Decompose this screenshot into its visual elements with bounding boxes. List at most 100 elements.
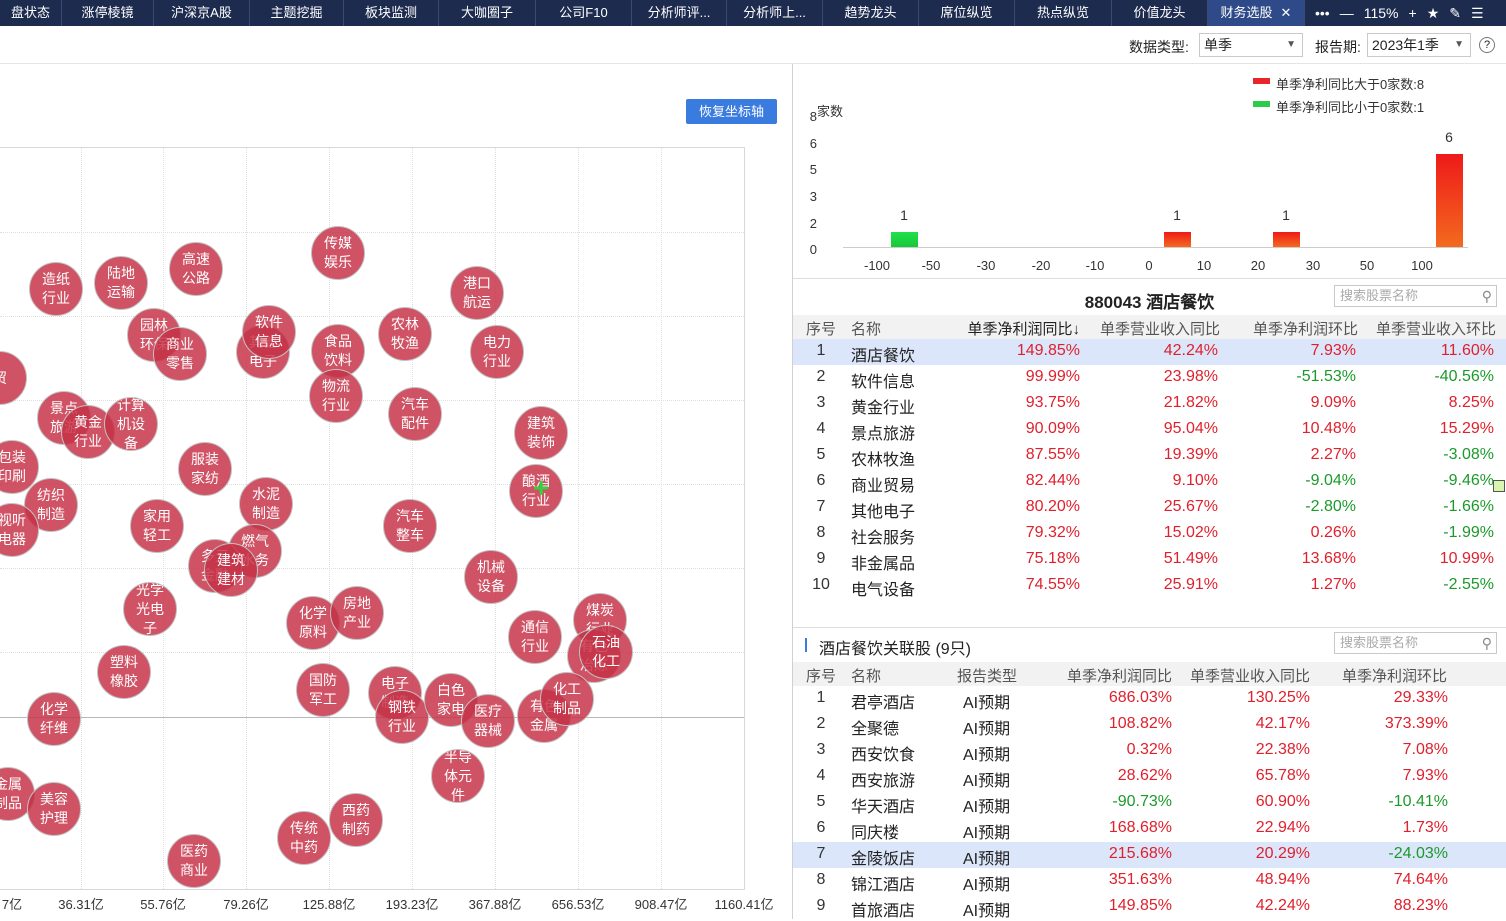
industry-bubble[interactable]: 化工制品 [540, 672, 594, 726]
star-icon[interactable]: ★ [1427, 0, 1440, 26]
table-row[interactable]: 5 农林牧渔 87.55% 19.39% 2.27% -3.08% [793, 443, 1506, 469]
table-row[interactable]: 7 金陵饭店 AI预期 215.68% 20.29% -24.03% [793, 842, 1506, 868]
industry-bubble[interactable]: 汽车整车 [383, 499, 437, 553]
stock-name[interactable]: 君亭酒店 [851, 689, 915, 713]
edit-icon[interactable]: ✎ [1449, 0, 1461, 26]
table-row[interactable]: 9 非金属品 75.18% 51.49% 13.68% 10.99% [793, 547, 1506, 573]
table-row[interactable]: 1 君亭酒店 AI预期 686.03% 130.25% 29.33% [793, 686, 1506, 712]
industry-bubble[interactable]: 钢铁行业 [375, 690, 429, 744]
close-icon[interactable]: ✕ [1281, 5, 1292, 20]
industry-bubble[interactable]: 农林牧渔 [378, 307, 432, 361]
tab-5[interactable]: 板块监测 [344, 0, 439, 26]
zoom-in-icon[interactable]: + [1409, 0, 1417, 26]
histogram-bar[interactable] [1436, 154, 1463, 247]
table-row[interactable]: 6 同庆楼 AI预期 168.68% 22.94% 1.73% [793, 816, 1506, 842]
stock-name[interactable]: 锦江酒店 [851, 871, 915, 895]
industry-bubble[interactable]: 国防军工 [296, 663, 350, 717]
stock-name[interactable]: 金陵饭店 [851, 845, 915, 869]
industry-bubble[interactable]: 汽车配件 [388, 387, 442, 441]
tab-3[interactable]: 沪深京A股 [154, 0, 250, 26]
industry-bubble[interactable]: 光学光电子 [123, 582, 177, 636]
search-icon[interactable]: ⚲ [1482, 633, 1492, 653]
table-row[interactable]: 6 商业贸易 82.44% 9.10% -9.04% -9.46% [793, 469, 1506, 495]
column-header[interactable]: 单季净利润环比 [1342, 665, 1447, 686]
tab-9[interactable]: 分析师上... [727, 0, 823, 26]
tab-7[interactable]: 公司F10 [536, 0, 632, 26]
search-icon[interactable]: ⚲ [1482, 286, 1492, 306]
table-row[interactable]: 8 社会服务 79.32% 15.02% 0.26% -1.99% [793, 521, 1506, 547]
industry-bubble[interactable]: 化学纤维 [27, 692, 81, 746]
column-header[interactable]: 单季净利润同比↓ [967, 318, 1080, 339]
report-period-select[interactable]: 2023年1季 ▼ [1367, 33, 1471, 57]
tab-12[interactable]: 热点纵览 [1015, 0, 1112, 26]
stock-name[interactable]: 华天酒店 [851, 793, 915, 817]
minimize-icon[interactable]: — [1340, 0, 1354, 26]
industry-bubble[interactable]: 水泥制造 [239, 477, 293, 531]
zoom-level[interactable]: 115% [1364, 0, 1399, 26]
industry-bubble[interactable]: 家用轻工 [130, 499, 184, 553]
histogram-bar[interactable] [1164, 231, 1191, 247]
industry-bubble[interactable]: 物流行业 [309, 369, 363, 423]
column-header[interactable]: 单季营业收入环比 [1376, 318, 1496, 339]
industry-bubble[interactable]: 港口航运 [450, 266, 504, 320]
table-row[interactable]: 7 其他电子 80.20% 25.67% -2.80% -1.66% [793, 495, 1506, 521]
table-row[interactable]: 3 西安饮食 AI预期 0.32% 22.38% 7.08% [793, 738, 1506, 764]
table-row[interactable]: 1 酒店餐饮 149.85% 42.24% 7.93% 11.60% [793, 339, 1506, 365]
column-header[interactable]: 名称 [851, 318, 881, 339]
scroll-handle[interactable] [1493, 480, 1505, 492]
stock-name[interactable]: 西安饮食 [851, 741, 915, 765]
industry-bubble[interactable]: 通信行业 [508, 610, 562, 664]
column-header[interactable]: 序号 [806, 318, 836, 339]
table-row[interactable]: 3 黄金行业 93.75% 21.82% 9.09% 8.25% [793, 391, 1506, 417]
table-row[interactable]: 2 软件信息 99.99% 23.98% -51.53% -40.56% [793, 365, 1506, 391]
column-header[interactable]: 报告类型 [957, 665, 1017, 686]
column-header[interactable]: 名称 [851, 665, 881, 686]
industry-bubble[interactable]: 电力行业 [470, 325, 524, 379]
stock-name[interactable]: 首旅酒店 [851, 897, 915, 921]
industry-bubble[interactable]: 传媒娱乐 [311, 226, 365, 280]
more-icon[interactable]: ••• [1315, 0, 1330, 26]
tab-4[interactable]: 主题挖掘 [250, 0, 344, 26]
industry-bubble[interactable]: 建筑建材 [204, 543, 258, 597]
restore-axis-button[interactable]: 恢复坐标轴 [686, 99, 777, 124]
stock-name[interactable]: 西安旅游 [851, 767, 915, 791]
histogram-bar[interactable] [891, 231, 918, 247]
industry-bubble[interactable]: 房地产业 [330, 586, 384, 640]
table-row[interactable]: 8 锦江酒店 AI预期 351.63% 48.94% 74.64% [793, 868, 1506, 894]
column-header[interactable]: 单季净利润同比 [1067, 665, 1172, 686]
table-row[interactable]: 5 华天酒店 AI预期 -90.73% 60.90% -10.41% [793, 790, 1506, 816]
tab-6[interactable]: 大咖圈子 [439, 0, 536, 26]
tab-8[interactable]: 分析师评... [632, 0, 727, 26]
table-row[interactable]: 9 首旅酒店 AI预期 149.85% 42.24% 88.23% [793, 894, 1506, 920]
industry-bubble[interactable]: 计算机设备 [104, 397, 158, 451]
industry-bubble[interactable]: 石油化工 [579, 625, 633, 679]
industry-bubble[interactable]: 美容护理 [27, 782, 81, 836]
table-row[interactable]: 10 电气设备 74.55% 25.91% 1.27% -2.55% [793, 573, 1506, 599]
industry-bubble[interactable]: 服装家纺 [178, 442, 232, 496]
industry-bubble[interactable]: 塑料橡胶 [97, 645, 151, 699]
tab-14[interactable]: 财务选股 ✕ [1208, 0, 1305, 26]
menu-icon[interactable]: ☰ [1471, 0, 1484, 26]
industry-bubble[interactable]: 软件信息 [242, 305, 296, 359]
table-row[interactable]: 4 景点旅游 90.09% 95.04% 10.48% 15.29% [793, 417, 1506, 443]
tab-1[interactable]: 盘状态 [0, 0, 62, 26]
tab-2[interactable]: 涨停棱镜 [62, 0, 154, 26]
stock-search-input[interactable]: 搜索股票名称 ⚲ [1334, 632, 1497, 654]
tab-13[interactable]: 价值龙头 [1112, 0, 1208, 26]
column-header[interactable]: 单季净利润环比 [1253, 318, 1358, 339]
industry-bubble[interactable]: 机械设备 [464, 550, 518, 604]
data-type-select[interactable]: 单季 ▼ [1199, 33, 1303, 57]
stock-name[interactable]: 全聚德 [851, 715, 899, 739]
help-icon[interactable]: ? [1479, 37, 1495, 53]
industry-bubble[interactable]: 西药制药 [329, 793, 383, 847]
tab-11[interactable]: 席位纵览 [919, 0, 1015, 26]
column-header[interactable]: 序号 [806, 665, 836, 686]
table-row[interactable]: 4 西安旅游 AI预期 28.62% 65.78% 7.93% [793, 764, 1506, 790]
column-header[interactable]: 单季营业收入同比 [1100, 318, 1220, 339]
stock-name[interactable]: 同庆楼 [851, 819, 899, 843]
industry-bubble[interactable]: 医药商业 [167, 834, 221, 888]
industry-bubble[interactable]: 医疗器械 [461, 694, 515, 748]
industry-bubble[interactable]: 商业零售 [153, 327, 207, 381]
industry-bubble[interactable]: 高速公路 [169, 242, 223, 296]
tab-10[interactable]: 趋势龙头 [823, 0, 919, 26]
